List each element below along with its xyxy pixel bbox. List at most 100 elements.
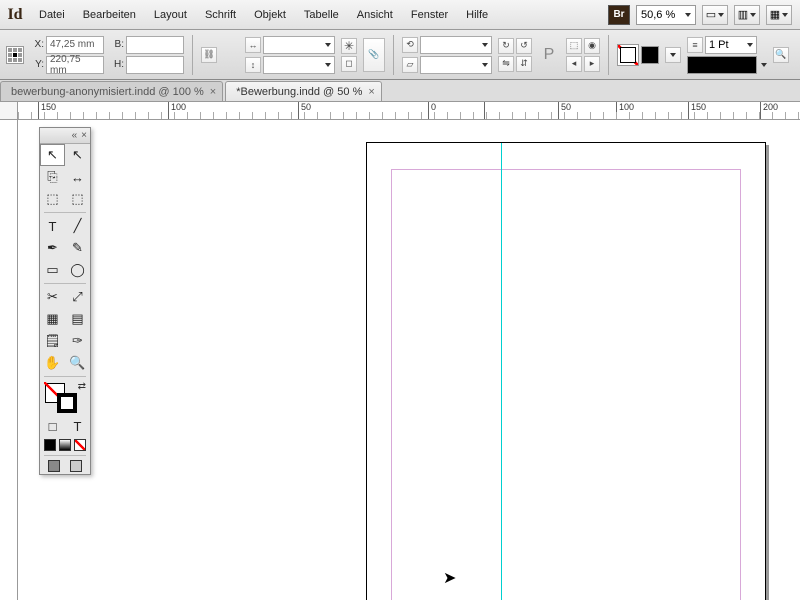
- tab-doc-1[interactable]: *Bewerbung.indd @ 50 % ×: [225, 81, 382, 101]
- h-field[interactable]: [126, 56, 184, 74]
- fill-swatch[interactable]: [617, 44, 639, 66]
- w-field[interactable]: [126, 36, 184, 54]
- scale-y-combo[interactable]: [263, 56, 335, 74]
- format-text-button[interactable]: T: [65, 415, 90, 437]
- tab-label: bewerbung-anonymisiert.indd @ 100 %: [11, 86, 204, 98]
- cursor-icon: ➤: [443, 568, 456, 588]
- stroke-swatch[interactable]: [641, 46, 659, 64]
- x-label: X:: [30, 39, 44, 50]
- close-icon[interactable]: ×: [81, 130, 87, 141]
- arrange-icon: ▥: [738, 8, 748, 21]
- content-collector-tool[interactable]: ⬚: [40, 188, 65, 210]
- link-icon[interactable]: ⛓: [201, 47, 217, 63]
- flip-h-icon[interactable]: ⇋: [498, 56, 514, 72]
- scale-x-icon: ↔: [245, 37, 261, 53]
- scissors-tool[interactable]: ✂: [40, 286, 65, 308]
- zoom-level-combo[interactable]: 50,6 %: [636, 5, 696, 25]
- menu-fenster[interactable]: Fenster: [402, 1, 457, 29]
- apply-none-icon[interactable]: [74, 439, 86, 451]
- zoom-tool[interactable]: 🔍: [65, 352, 90, 374]
- shear-combo[interactable]: [420, 56, 492, 74]
- selection-tool[interactable]: ↖: [40, 144, 65, 166]
- eyedropper-tool[interactable]: ✑: [65, 330, 90, 352]
- note-tool[interactable]: 🗒: [40, 330, 65, 352]
- menu-schrift[interactable]: Schrift: [196, 1, 245, 29]
- ruler-origin[interactable]: [0, 102, 18, 120]
- canvas[interactable]: [18, 120, 800, 600]
- pencil-tool[interactable]: ✎: [65, 237, 90, 259]
- rot90cw-icon[interactable]: ↻: [498, 38, 514, 54]
- scale-x-combo[interactable]: [263, 36, 335, 54]
- menu-datei[interactable]: Datei: [30, 1, 74, 29]
- view-mode-normal-icon[interactable]: [48, 460, 60, 472]
- menu-ansicht[interactable]: Ansicht: [348, 1, 402, 29]
- xy-group: X:47,25 mm Y:220,75 mm: [30, 36, 104, 74]
- content-placer-tool[interactable]: ⬚: [65, 188, 90, 210]
- y-field[interactable]: 220,75 mm: [46, 56, 104, 74]
- line-tool[interactable]: ╱: [65, 215, 90, 237]
- select-content-icon[interactable]: ◉: [584, 38, 600, 54]
- opts-tri-icon[interactable]: [665, 47, 681, 63]
- close-icon[interactable]: ×: [368, 86, 374, 98]
- x-field[interactable]: 47,25 mm: [46, 36, 104, 54]
- collapse-icon[interactable]: «: [72, 130, 78, 141]
- free-transform-tool[interactable]: ⤢: [65, 286, 90, 308]
- page[interactable]: [366, 142, 766, 600]
- margin-guides: [391, 169, 741, 600]
- tab-label: *Bewerbung.indd @ 50 %: [236, 86, 362, 98]
- view-mode-preview-icon[interactable]: [70, 460, 82, 472]
- wh-group: B: H:: [110, 36, 184, 74]
- direct-selection-tool[interactable]: ↖: [65, 144, 90, 166]
- gradient-feather-tool[interactable]: ▤: [65, 308, 90, 330]
- menu-bearbeiten[interactable]: Bearbeiten: [74, 1, 145, 29]
- arrange-button[interactable]: ▥: [734, 5, 760, 25]
- tab-doc-0[interactable]: bewerbung-anonymisiert.indd @ 100 % ×: [0, 81, 223, 101]
- select-container-icon[interactable]: ⬚: [566, 38, 582, 54]
- format-container-button[interactable]: □: [40, 415, 65, 437]
- column-guide[interactable]: [501, 143, 502, 600]
- y-label: Y:: [30, 59, 44, 70]
- page-tool[interactable]: ⎘: [40, 166, 65, 188]
- panel-header[interactable]: « ×: [40, 128, 90, 144]
- vertical-ruler[interactable]: [0, 120, 18, 600]
- type-tool[interactable]: T: [40, 215, 65, 237]
- apply-color-icon[interactable]: [44, 439, 56, 451]
- fill-stroke-swap[interactable]: ⇄: [40, 379, 90, 415]
- bridge-button[interactable]: Br: [608, 5, 630, 25]
- next-obj-icon[interactable]: ▸: [584, 56, 600, 72]
- reference-point-selector[interactable]: [6, 46, 24, 64]
- prev-obj-icon[interactable]: ◂: [566, 56, 582, 72]
- stroke-color-swatch[interactable]: [57, 393, 77, 413]
- gap-tool[interactable]: ↔: [65, 166, 90, 188]
- zoom-value: 50,6 %: [641, 9, 675, 21]
- gradient-swatch-tool[interactable]: ▦: [40, 308, 65, 330]
- rotate-combo[interactable]: [420, 36, 492, 54]
- rect-frame-tool[interactable]: ▭: [40, 259, 65, 281]
- screen-mode-button[interactable]: ▭: [702, 5, 728, 25]
- workspace-button[interactable]: ▦: [766, 5, 792, 25]
- menu-layout[interactable]: Layout: [145, 1, 196, 29]
- ellipse-frame-tool[interactable]: ◯: [65, 259, 90, 281]
- hand-tool[interactable]: ✋: [40, 352, 65, 374]
- menu-tabelle[interactable]: Tabelle: [295, 1, 348, 29]
- auto-fit-icon[interactable]: ✳: [341, 38, 357, 54]
- constrain-icons: ⛓: [201, 47, 239, 63]
- w-label: B:: [110, 39, 124, 50]
- scale-y-icon: ↕: [245, 57, 261, 73]
- menu-objekt[interactable]: Objekt: [245, 1, 295, 29]
- stroke-style-combo[interactable]: [687, 56, 757, 74]
- fit-icon[interactable]: ◻: [341, 56, 357, 72]
- pen-tool[interactable]: ✒: [40, 237, 65, 259]
- rot90ccw-icon[interactable]: ↺: [516, 38, 532, 54]
- fx-button[interactable]: 🔍: [773, 47, 789, 63]
- menu-hilfe[interactable]: Hilfe: [457, 1, 497, 29]
- clip-icon[interactable]: 📎: [363, 38, 385, 72]
- flip-v-icon[interactable]: ⇵: [516, 56, 532, 72]
- control-bar: X:47,25 mm Y:220,75 mm B: H: ⛓ ↔ ↕ ✳ ◻ 📎…: [0, 30, 800, 80]
- horizontal-ruler[interactable]: 15010050050100150200: [18, 102, 800, 120]
- close-icon[interactable]: ×: [210, 86, 216, 98]
- tools-panel[interactable]: « × ↖ ↖ ⎘ ↔ ⬚ ⬚ T ╱ ✒ ✎ ▭ ◯ ✂ ⤢ ▦ ▤ 🗒 ✑ …: [39, 127, 91, 475]
- apply-gradient-icon[interactable]: [59, 439, 71, 451]
- swap-icon[interactable]: ⇄: [78, 381, 86, 392]
- stroke-weight-combo[interactable]: 1 Pt: [705, 36, 757, 54]
